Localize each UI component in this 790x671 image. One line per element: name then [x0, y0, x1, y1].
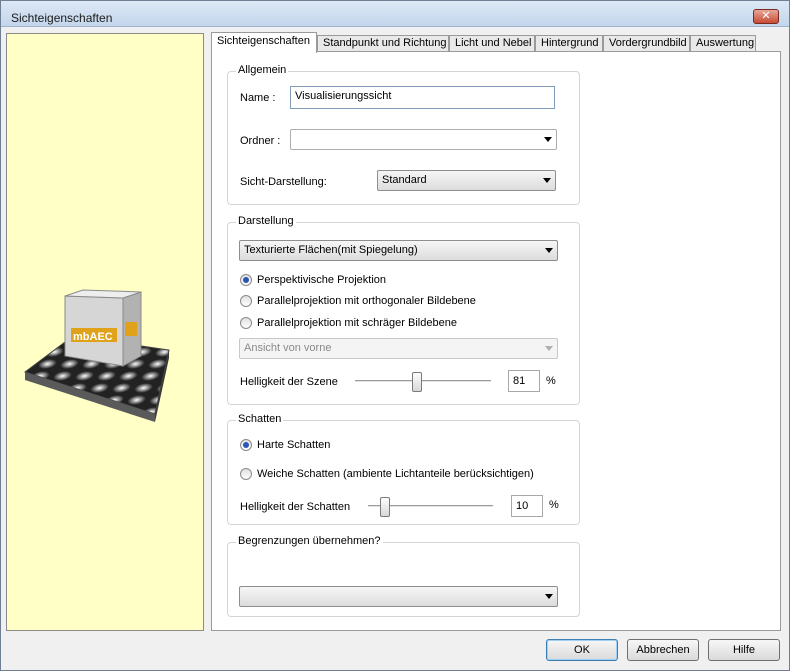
radio-label: Parallelprojektion mit orthogonaler Bild…	[257, 295, 476, 307]
helligkeit-szene-label: Helligkeit der Szene	[240, 376, 338, 388]
radio-weiche-schatten[interactable]: Weiche Schatten (ambiente Lichtanteile b…	[240, 468, 534, 480]
group-title-darstellung: Darstellung	[236, 215, 296, 227]
sicht-darstellung-select[interactable]: Standard	[377, 170, 556, 191]
group-allgemein: Allgemein Name : Visualisierungssicht Or…	[227, 64, 580, 205]
darstellung-mode-value: Texturierte Flächen(mit Spiegelung)	[244, 244, 418, 256]
radio-label: Parallelprojektion mit schräger Bildeben…	[257, 317, 457, 329]
radio-label: Perspektivische Projektion	[257, 274, 387, 286]
hilfe-button[interactable]: Hilfe	[708, 639, 780, 661]
radio-harte-schatten[interactable]: Harte Schatten	[240, 439, 330, 451]
scene-preview-icon: mbAEC	[23, 289, 170, 422]
radio-parallel-schraeg[interactable]: Parallelprojektion mit schräger Bildeben…	[240, 317, 457, 329]
helligkeit-schatten-slider[interactable]	[368, 496, 493, 518]
ok-button[interactable]: OK	[546, 639, 618, 661]
scene-preview: mbAEC	[6, 33, 204, 631]
close-icon: ✕	[761, 10, 771, 22]
slider-thumb[interactable]	[380, 497, 390, 517]
percent-unit: %	[546, 375, 556, 387]
radio-dot	[240, 274, 252, 286]
title-bar: Sichteigenschaften ✕	[1, 1, 789, 27]
radio-label: Weiche Schatten (ambiente Lichtanteile b…	[257, 468, 534, 480]
dialog-window: Sichteigenschaften ✕ mbAEC Sichteigensch…	[0, 0, 790, 671]
abbrechen-button[interactable]: Abbrechen	[627, 639, 699, 661]
group-begrenzungen: Begrenzungen übernehmen?	[227, 535, 580, 617]
sicht-darstellung-value: Standard	[382, 174, 427, 186]
tab-sichteigenschaften[interactable]: Sichteigenschaften	[211, 32, 317, 53]
tab-vordergrundbild[interactable]: Vordergrundbild	[603, 35, 690, 52]
percent-unit: %	[549, 499, 559, 511]
ordner-select[interactable]	[290, 129, 557, 150]
chevron-down-icon	[545, 594, 553, 599]
group-title-begrenzungen: Begrenzungen übernehmen?	[236, 535, 383, 547]
slider-track	[355, 380, 491, 383]
radio-dot	[240, 439, 252, 451]
radio-dot	[240, 468, 252, 480]
tab-auswertung[interactable]: Auswertung	[690, 35, 756, 52]
darstellung-mode-select[interactable]: Texturierte Flächen(mit Spiegelung)	[239, 240, 558, 261]
radio-dot	[240, 317, 252, 329]
group-title-schatten: Schatten	[236, 413, 284, 425]
chevron-down-icon	[545, 248, 553, 253]
ansicht-value: Ansicht von vorne	[244, 342, 332, 354]
tab-hintergrund[interactable]: Hintergrund	[535, 35, 603, 52]
helligkeit-szene-slider[interactable]	[355, 371, 491, 393]
preview-logo: mbAEC	[73, 331, 113, 343]
sicht-darstellung-label: Sicht-Darstellung:	[240, 176, 327, 188]
slider-thumb[interactable]	[412, 372, 422, 392]
name-input[interactable]: Visualisierungssicht	[290, 86, 555, 109]
radio-parallel-orthogonal[interactable]: Parallelprojektion mit orthogonaler Bild…	[240, 295, 476, 307]
group-title-allgemein: Allgemein	[236, 64, 289, 76]
radio-dot	[240, 295, 252, 307]
chevron-down-icon	[544, 137, 552, 142]
begrenzungen-select[interactable]	[239, 586, 558, 607]
window-title: Sichteigenschaften	[11, 11, 113, 25]
radio-label: Harte Schatten	[257, 439, 331, 451]
chevron-down-icon	[543, 178, 551, 183]
helligkeit-schatten-value[interactable]: 10	[511, 495, 543, 517]
helligkeit-schatten-label: Helligkeit der Schatten	[240, 501, 351, 513]
tab-panel: Allgemein Name : Visualisierungssicht Or…	[211, 51, 781, 631]
group-schatten: Schatten Harte Schatten Weiche Schatten …	[227, 413, 580, 525]
chevron-down-icon	[545, 346, 553, 351]
close-button[interactable]: ✕	[753, 9, 779, 24]
tab-licht-und-nebel[interactable]: Licht und Nebel	[449, 35, 535, 52]
helligkeit-szene-value[interactable]: 81	[508, 370, 540, 392]
radio-perspektivische-projektion[interactable]: Perspektivische Projektion	[240, 274, 386, 286]
ordner-label: Ordner :	[240, 135, 281, 147]
ansicht-select: Ansicht von vorne	[239, 338, 558, 359]
tab-standpunkt-und-richtung[interactable]: Standpunkt und Richtung	[317, 35, 449, 52]
name-label: Name :	[240, 92, 276, 104]
group-darstellung: Darstellung Texturierte Flächen(mit Spie…	[227, 215, 580, 405]
